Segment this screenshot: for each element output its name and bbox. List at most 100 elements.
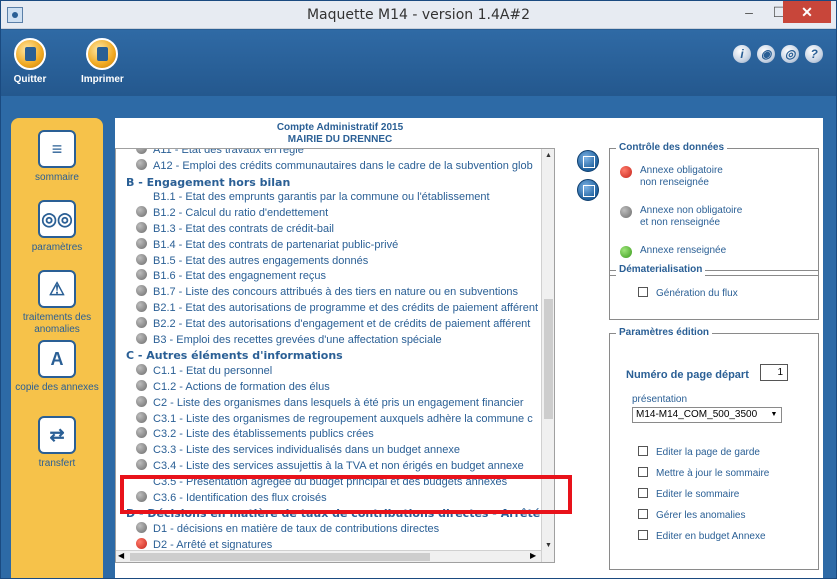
support-icon[interactable]: ◎ xyxy=(781,45,800,63)
check-icon xyxy=(620,246,632,258)
highlight-box xyxy=(120,475,572,514)
list-item-label: B1.3 - Etat des contrats de crédit-bail xyxy=(153,222,334,235)
page-start-input[interactable]: 1 xyxy=(760,364,788,381)
quit-button[interactable]: Quitter xyxy=(9,38,51,85)
list-item[interactable]: B3 - Emploi des recettes grevées d'une a… xyxy=(116,332,541,349)
sidebar: ≡ sommaire ◎◎ paramètres ⚠ traitements d… xyxy=(11,118,103,578)
globe-icon[interactable]: ◉ xyxy=(757,45,776,63)
sidebar-item-label: traitements des anomalies xyxy=(22,312,92,335)
copy-icon: A xyxy=(38,340,76,378)
parametres-title: Paramètres édition xyxy=(616,327,713,339)
list-section-header[interactable]: B - Engagement hors bilan xyxy=(116,175,541,191)
status-icon xyxy=(136,379,147,391)
sidebar-item-copie[interactable]: A copie des annexes xyxy=(11,340,103,394)
scroll-right-icon[interactable]: ▶ xyxy=(530,551,536,560)
sidebar-item-transfert[interactable]: ⇄ transfert xyxy=(11,416,103,470)
list-item[interactable]: C1.1 - Etat du personnel xyxy=(116,364,541,380)
sidebar-item-parametres[interactable]: ◎◎ paramètres xyxy=(11,200,103,254)
status-icon xyxy=(136,443,147,455)
option-budget-annexe[interactable]: Editer en budget Annexe xyxy=(638,530,766,543)
legend-line: Annexe non obligatoire xyxy=(640,205,743,216)
scroll-up-icon[interactable]: ▲ xyxy=(544,151,553,160)
scroll-thumb[interactable] xyxy=(544,299,553,419)
door-icon xyxy=(14,38,46,70)
hscroll-thumb[interactable] xyxy=(130,553,430,561)
list-item-label: A11 - Etat des travaux en régie xyxy=(153,148,304,156)
status-icon xyxy=(136,158,147,170)
sidebar-item-label: copie des annexes xyxy=(15,382,99,393)
sidebar-item-sommaire[interactable]: ≡ sommaire xyxy=(11,130,103,184)
list-item-label: B1.7 - Liste des concours attribués à de… xyxy=(153,286,519,299)
presentation-select[interactable]: M14-M14_COM_500_3500 ▼ xyxy=(632,407,782,423)
list-item[interactable]: B1.1 - Etat des emprunts garantis par la… xyxy=(116,190,541,206)
list-item[interactable]: D1 - décisions en matière de taux de con… xyxy=(116,522,541,538)
generation-flux-checkbox[interactable]: Génération du flux xyxy=(638,287,738,300)
list-item-label: B1.1 - Etat des emprunts garantis par la… xyxy=(153,191,490,204)
scroll-left-icon[interactable]: ◀ xyxy=(118,551,124,560)
status-icon xyxy=(136,253,147,265)
minimize-button[interactable]: – xyxy=(734,1,764,23)
list-item-label: B1.6 - Etat des engagnement reçus xyxy=(153,270,327,283)
list-item[interactable]: B2.2 - Etat des autorisations d'engageme… xyxy=(116,316,541,333)
annexe-panel: Compte Administratif 2015 MAIRIE DU DREN… xyxy=(115,118,605,578)
presentation-value: M14-M14_COM_500_3500 xyxy=(636,409,758,420)
status-icon xyxy=(136,237,147,249)
checkbox-label: Editer le sommaire xyxy=(656,489,740,500)
list-item-label: B2.1 - Etat des autorisations de program… xyxy=(153,301,539,314)
toolbar: Quitter Imprimer i ◉ ◎ ? xyxy=(1,30,836,96)
status-icon xyxy=(136,522,147,534)
sidebar-item-label: transfert xyxy=(38,458,76,469)
status-icon xyxy=(136,269,147,281)
option-editer-sommaire[interactable]: Editer le sommaire xyxy=(638,488,739,501)
list-item[interactable]: C2 - Liste des organismes dans lesquels … xyxy=(116,395,541,412)
option-maj-sommaire[interactable]: Mettre à jour le sommaire xyxy=(638,467,769,480)
legend-renseignee: Annexe renseignée xyxy=(620,245,726,258)
report-title-line: Compte Administratif 2015 xyxy=(276,122,404,133)
list-item[interactable]: B1.7 - Liste des concours attribués à de… xyxy=(116,285,541,301)
list-item[interactable]: C3.3 - Liste des services individualisés… xyxy=(116,443,541,459)
list-item[interactable]: B1.6 - Etat des engagnement reçus xyxy=(116,269,541,285)
list-section-header[interactable]: C - Autres éléments d'informations xyxy=(116,348,541,364)
list-item[interactable]: A12 - Emploi des crédits communautaires … xyxy=(116,158,541,175)
status-icon xyxy=(136,332,147,344)
list-item[interactable]: A11 - Etat des travaux en régie xyxy=(116,148,541,159)
list-item-label: B1.2 - Calcul du ratio d'endettement xyxy=(153,207,329,220)
list-item-label: C2 - Liste des organismes dans lesquels … xyxy=(153,396,524,409)
list-item[interactable]: B1.4 - Etat des contrats de partenariat … xyxy=(116,237,541,254)
select-all-icon[interactable] xyxy=(577,150,599,172)
list-item-label: B2.2 - Etat des autorisations d'engageme… xyxy=(153,317,531,330)
checkbox-label: Génération du flux xyxy=(656,288,738,299)
list-item[interactable]: B2.1 - Etat des autorisations de program… xyxy=(116,300,541,317)
main-area: ≡ sommaire ◎◎ paramètres ⚠ traitements d… xyxy=(1,96,836,578)
help-icon[interactable]: ? xyxy=(805,45,824,63)
checkbox-label: Gérer les anomalies xyxy=(656,510,746,521)
list-item[interactable]: C3.1 - Liste des organismes de regroupem… xyxy=(116,411,541,428)
status-icon xyxy=(136,300,147,312)
option-page-garde[interactable]: Editer la page de garde xyxy=(638,446,760,459)
sidebar-item-label: sommaire xyxy=(35,172,79,183)
list-item[interactable]: B1.3 - Etat des contrats de crédit-bail xyxy=(116,221,541,238)
scroll-down-icon[interactable]: ▼ xyxy=(544,541,553,550)
list-item[interactable]: C1.2 - Actions de formation des élus xyxy=(116,379,541,396)
legend-line: et non renseignée xyxy=(640,217,721,228)
list-item[interactable]: C3.2 - Liste des établissements publics … xyxy=(116,427,541,443)
grid-icon[interactable] xyxy=(577,179,599,201)
horizontal-scrollbar[interactable]: ◀ ▶ xyxy=(116,550,541,562)
sidebar-item-anomalies[interactable]: ⚠ traitements des anomalies xyxy=(11,270,103,336)
title-bar: Maquette M14 - version 1.4A#2 – ☐ ✕ xyxy=(1,1,836,29)
list-item[interactable]: C3.4 - Liste des services assujettis à l… xyxy=(116,458,541,475)
status-icon xyxy=(136,316,147,328)
checkbox-icon xyxy=(638,509,648,519)
info-icon[interactable]: i xyxy=(733,45,751,63)
print-button[interactable]: Imprimer xyxy=(81,38,124,85)
status-icon xyxy=(136,427,147,439)
close-button[interactable]: ✕ xyxy=(783,1,831,23)
list-item[interactable]: B1.5 - Etat des autres engagements donné… xyxy=(116,253,541,270)
status-icon xyxy=(136,364,147,376)
list-item[interactable]: B1.2 - Calcul du ratio d'endettement xyxy=(116,206,541,222)
legend-obligatoire: Annexe obligatoire non renseignée xyxy=(620,165,723,189)
option-anomalies[interactable]: Gérer les anomalies xyxy=(638,509,745,522)
checkbox-icon xyxy=(638,467,648,477)
list-icon: ≡ xyxy=(38,130,76,168)
chevron-down-icon[interactable]: ▼ xyxy=(768,409,780,421)
